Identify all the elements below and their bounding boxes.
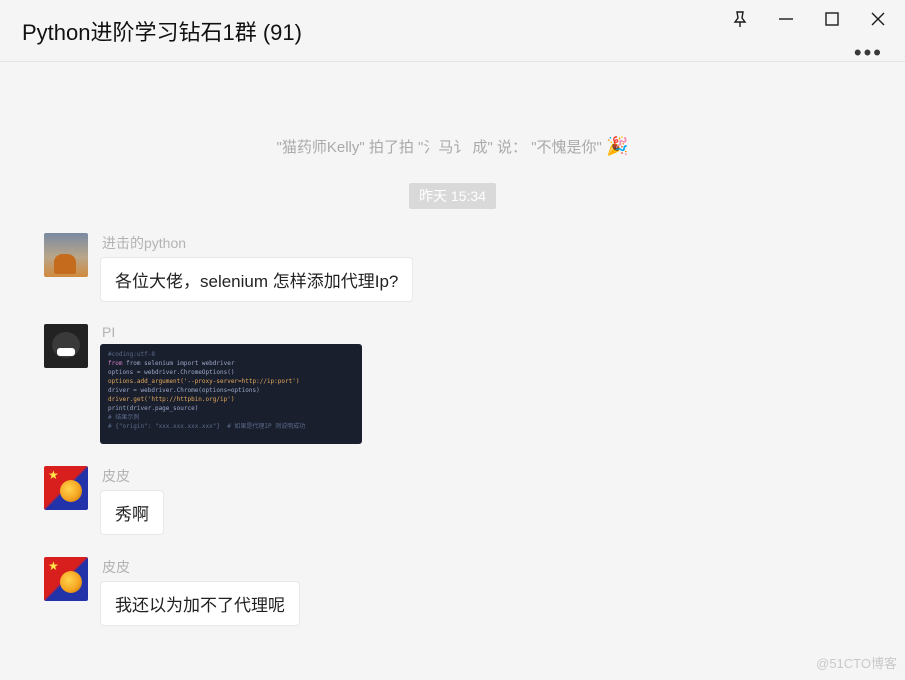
title-bar: Python进阶学习钻石1群 (91) [0, 0, 905, 62]
watermark: @51CTO博客 [816, 653, 897, 672]
avatar[interactable] [44, 557, 88, 601]
more-icon[interactable]: ••• [854, 40, 883, 66]
window-controls [731, 10, 887, 28]
sender-name: PI [102, 324, 362, 340]
party-popper-icon: 🎉 [606, 136, 628, 156]
chat-title: Python进阶学习钻石1群 (91) [22, 15, 302, 47]
maximize-icon[interactable] [823, 10, 841, 28]
message-row: 进击的python 各位大佬，selenium 怎样添加代理Ip? [44, 233, 861, 302]
minimize-icon[interactable] [777, 10, 795, 28]
message-bubble[interactable]: 各位大佬，selenium 怎样添加代理Ip? [100, 257, 413, 302]
sender-name: 皮皮 [102, 557, 300, 577]
timestamp-pill: 昨天 15:34 [409, 183, 496, 209]
avatar[interactable] [44, 466, 88, 510]
message-bubble[interactable]: 我还以为加不了代理呢 [100, 581, 300, 626]
message-row: 皮皮 秀啊 [44, 466, 861, 535]
sender-name: 进击的python [102, 233, 413, 253]
system-notice: "猫药师Kelly" 拍了拍 "氵马讠 成" 说： "不愧是你" 🎉 [44, 136, 861, 157]
avatar[interactable] [44, 324, 88, 368]
message-row: 皮皮 我还以为加不了代理呢 [44, 557, 861, 626]
avatar[interactable] [44, 233, 88, 277]
message-bubble[interactable]: 秀啊 [100, 490, 164, 535]
close-icon[interactable] [869, 10, 887, 28]
code-screenshot[interactable]: #coding:utf-8 from from selenium import … [100, 344, 362, 444]
chat-area[interactable]: "猫药师Kelly" 拍了拍 "氵马讠 成" 说： "不愧是你" 🎉 昨天 15… [0, 62, 905, 672]
pin-icon[interactable] [731, 10, 749, 28]
sender-name: 皮皮 [102, 466, 164, 486]
system-notice-text: "猫药师Kelly" 拍了拍 "氵马讠 成" 说： "不愧是你" [277, 139, 602, 156]
message-row: PI #coding:utf-8 from from selenium impo… [44, 324, 861, 444]
